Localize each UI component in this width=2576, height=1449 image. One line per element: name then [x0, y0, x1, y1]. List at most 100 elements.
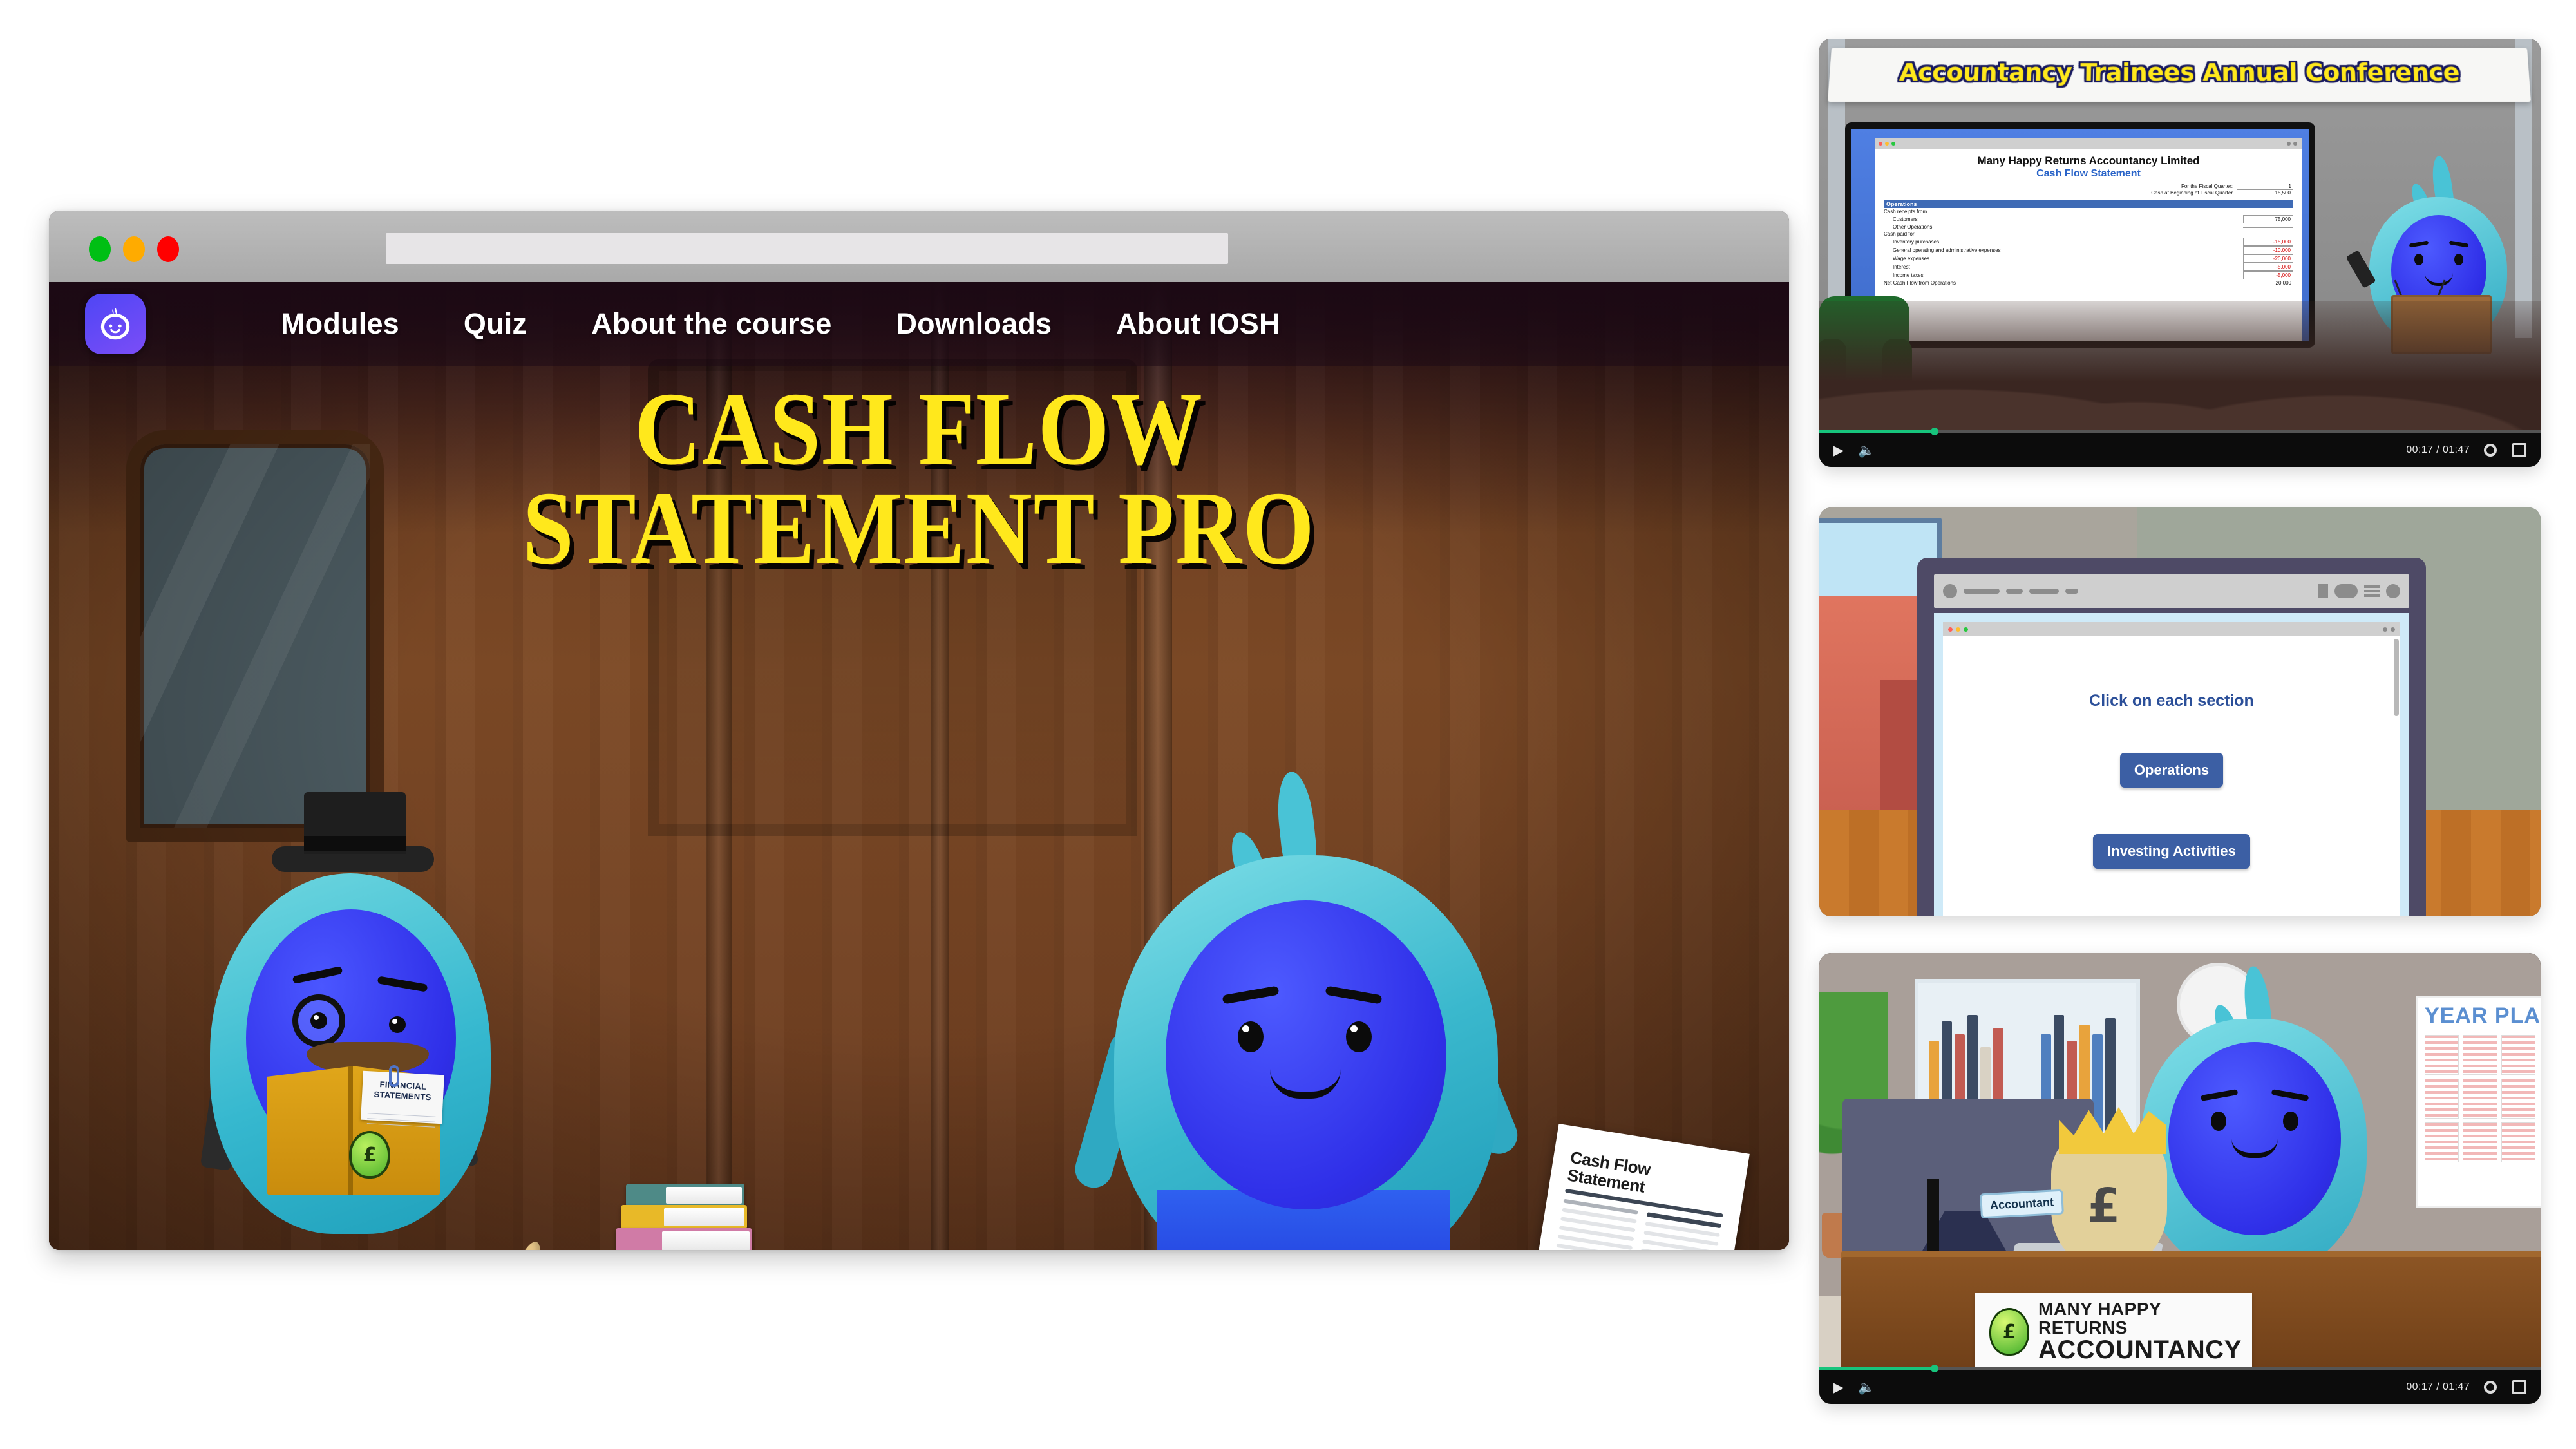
- toolbar-dash: [2006, 589, 2023, 594]
- video-controls-bar-1: ▶ 🔈 00:17 / 01:47: [1819, 428, 2541, 467]
- video-controls-bar-3: ▶ 🔈 00:17 / 01:47: [1819, 1365, 2541, 1404]
- video-progress-bar-3[interactable]: [1819, 1365, 2541, 1372]
- investor-eye-left: [310, 1012, 327, 1029]
- site-logo[interactable]: [85, 294, 146, 354]
- book-yellow: [621, 1205, 747, 1229]
- row-value: [2243, 226, 2293, 228]
- fullscreen-icon[interactable]: [2512, 443, 2526, 457]
- row-label: General operating and administrative exp…: [1893, 247, 2001, 254]
- mascot-face: [1166, 900, 1446, 1209]
- spreadsheet-row: Income taxes -5,000: [1884, 271, 2293, 280]
- meta-label-1: Cash at Beginning of Fiscal Quarter: [2151, 190, 2233, 196]
- company-sign-line-1: MANY HAPPY RETURNS: [2038, 1299, 2161, 1338]
- company-sign: £ MANY HAPPY RETURNS ACCOUNTANCY: [1975, 1293, 2252, 1370]
- conference-banner: Accountancy Trainees Annual Conference: [1827, 48, 2532, 102]
- address-bar[interactable]: [386, 233, 1228, 264]
- monitor-screen: Click on each section Operations Investi…: [1934, 613, 2409, 916]
- mascot-character: [1070, 770, 1523, 1250]
- gear-icon[interactable]: [2484, 1381, 2497, 1394]
- spreadsheet-doc-title: Cash Flow Statement: [2036, 168, 2141, 179]
- page-root: Modules Quiz About the course Downloads …: [0, 0, 2576, 1449]
- row-label: Other Operations: [1893, 224, 1933, 231]
- meta-label-0: For the Fiscal Quarter:: [2181, 184, 2233, 189]
- toolbar-dash: [1964, 589, 2000, 594]
- poster-title: YEAR PLA: [2425, 1003, 2541, 1028]
- browser-chrome: [49, 211, 1789, 282]
- row-value: -10,000: [2243, 246, 2293, 255]
- toolbar-square-icon: [2318, 584, 2328, 598]
- spreadsheet-row: General operating and administrative exp…: [1884, 246, 2293, 255]
- monitor-app-toolbar: [1934, 574, 2409, 608]
- paperclip-icon: [389, 1065, 399, 1087]
- spreadsheet-content: Many Happy Returns Accountancy Limited C…: [1875, 149, 2302, 287]
- pound-symbol: £: [2087, 1179, 2121, 1234]
- mascot-eye-right: [1346, 1021, 1372, 1052]
- play-icon[interactable]: ▶: [1833, 444, 1844, 457]
- meta-value-1: 15,500: [2237, 189, 2293, 196]
- book-spine: [348, 1066, 353, 1195]
- volume-icon[interactable]: 🔈: [1858, 1381, 1875, 1394]
- thumbnail-column: Accountancy Trainees Annual Conference M…: [1819, 39, 2541, 1410]
- hero-title-line-1: CASH FLOW: [634, 372, 1204, 487]
- video-thumbnail-office[interactable]: YEAR PLA £ Accountant £ MANY HAPPY RETUR…: [1819, 953, 2541, 1404]
- company-sign-text: MANY HAPPY RETURNS ACCOUNTANCY: [2038, 1300, 2242, 1364]
- video-time-display-3: 00:17 / 01:47: [2406, 1381, 2470, 1392]
- toolbar-dash: [2065, 589, 2078, 594]
- conference-banner-text: Accountancy Trainees Annual Conference: [1898, 58, 2461, 87]
- accountant-eye-left: [2211, 1112, 2226, 1131]
- hamburger-icon: [2364, 585, 2380, 597]
- nav-link-quiz[interactable]: Quiz: [464, 307, 527, 341]
- accountancy-office-scene: YEAR PLA £ Accountant £ MANY HAPPY RETUR…: [1819, 953, 2541, 1404]
- toolbar-dot-icon: [2386, 584, 2400, 598]
- window-control-orange[interactable]: [123, 236, 145, 262]
- mascot-eye-left: [1238, 1021, 1264, 1052]
- fullscreen-icon[interactable]: [2512, 1380, 2526, 1394]
- necktie: [1927, 1179, 1939, 1256]
- row-label: Net Cash Flow from Operations: [1884, 280, 1956, 287]
- nav-link-downloads[interactable]: Downloads: [896, 307, 1052, 341]
- nav-link-about-the-course[interactable]: About the course: [591, 307, 831, 341]
- audience-silhouettes: [1819, 301, 2541, 436]
- investor-character: £ FINANCIAL STATEMENTS: [196, 792, 505, 1250]
- video-thumbnail-conference[interactable]: Accountancy Trainees Annual Conference M…: [1819, 39, 2541, 467]
- nav-link-about-iosh[interactable]: About IOSH: [1116, 307, 1280, 341]
- row-label: Wage expenses: [1893, 256, 1930, 262]
- hero-title: CASH FLOW STATEMENT PRO: [153, 372, 1685, 586]
- hero-title-line-2: STATEMENT PRO: [522, 470, 1316, 586]
- nav-links: Modules Quiz About the course Downloads …: [281, 307, 1280, 341]
- window-control-green[interactable]: [89, 236, 111, 262]
- video-progress-bar-1[interactable]: [1819, 428, 2541, 435]
- instruction-text: Click on each section: [2089, 692, 2254, 710]
- section-button-operations[interactable]: Operations: [2119, 753, 2224, 788]
- nav-link-modules[interactable]: Modules: [281, 307, 399, 341]
- video-thumbnail-monitor[interactable]: Click on each section Operations Investi…: [1819, 507, 2541, 916]
- volume-icon[interactable]: 🔈: [1858, 444, 1875, 457]
- page-titlebar: [1943, 622, 2400, 636]
- row-label: Interest: [1893, 264, 1910, 270]
- section-button-investing-activities[interactable]: Investing Activities: [2093, 834, 2250, 869]
- year-planner-poster: YEAR PLA: [2416, 996, 2541, 1208]
- spreadsheet-row: Inventory purchases -15,000: [1884, 238, 2293, 247]
- vertical-scrollbar[interactable]: [2394, 639, 2399, 716]
- row-label: Customers: [1893, 216, 1918, 223]
- meta-value-0: 1: [2288, 184, 2291, 189]
- row-label: Inventory purchases: [1893, 239, 1940, 245]
- spreadsheet-row: Cash paid for: [1884, 231, 2293, 238]
- row-label: Income taxes: [1893, 272, 1924, 279]
- paper-column-left: [1542, 1198, 1638, 1250]
- window-controls[interactable]: [89, 236, 179, 262]
- browser-window: Modules Quiz About the course Downloads …: [49, 211, 1789, 1250]
- financial-statements-note: FINANCIAL STATEMENTS: [361, 1070, 444, 1124]
- row-value: -5,000: [2243, 271, 2293, 280]
- accountant-eye-right: [2283, 1112, 2298, 1131]
- row-value: -15,000: [2243, 238, 2293, 247]
- book-teal: [626, 1184, 744, 1207]
- spreadsheet-titlebar: [1875, 138, 2302, 149]
- spreadsheet-meta: For the Fiscal Quarter: 1 Cash at Beginni…: [1884, 184, 2293, 196]
- window-control-red[interactable]: [157, 236, 179, 262]
- gear-icon[interactable]: [2484, 444, 2497, 457]
- speaker-eye-left: [2414, 254, 2423, 265]
- row-value: 20,000: [2275, 280, 2291, 287]
- play-icon[interactable]: ▶: [1833, 1381, 1844, 1394]
- poster-grid: [2418, 1028, 2541, 1169]
